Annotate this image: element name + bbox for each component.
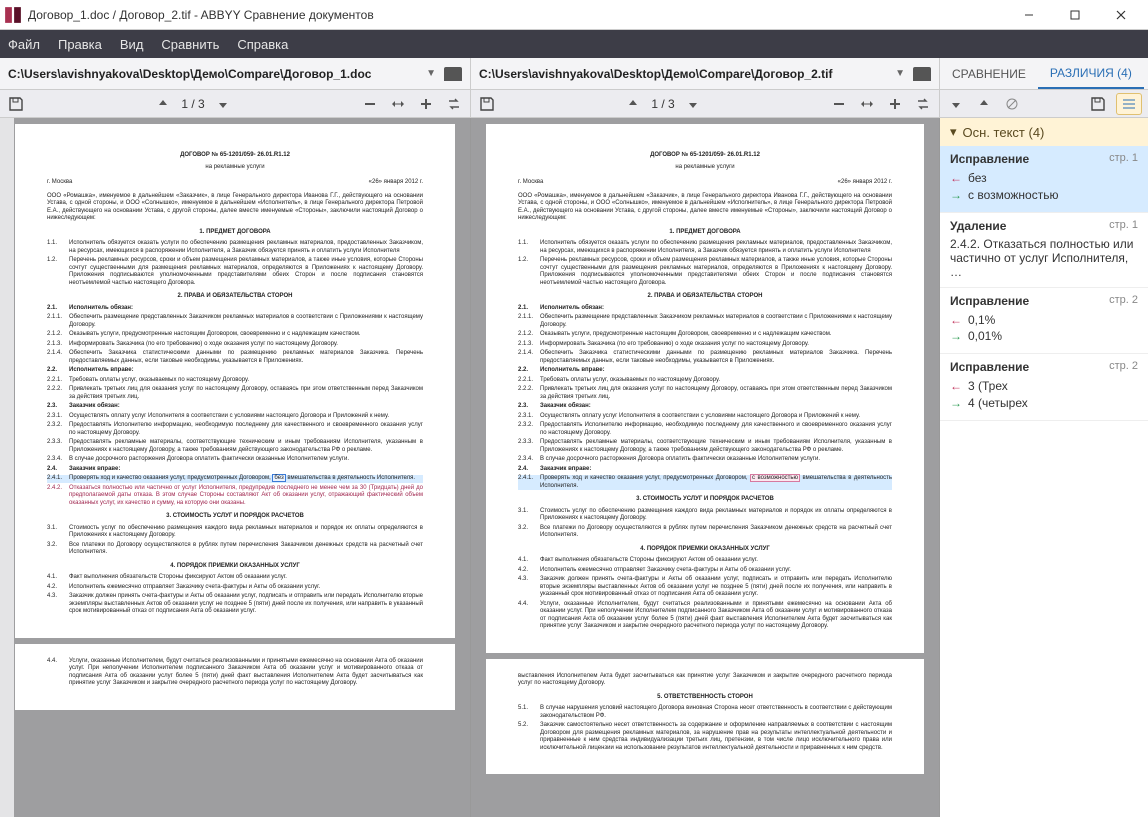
zoom-out-icon[interactable] xyxy=(829,94,849,114)
page-up-icon[interactable] xyxy=(623,94,643,114)
menu-compare[interactable]: Сравнить xyxy=(161,37,219,52)
window-title: Договор_1.doc / Договор_2.tif - ABBYY Ср… xyxy=(28,8,1006,22)
arrow-left-icon: ← xyxy=(950,170,962,187)
diff-group-header[interactable]: ▾ Осн. текст (4) xyxy=(940,118,1148,146)
scroll-ruler[interactable] xyxy=(0,118,14,817)
menu-edit[interactable]: Правка xyxy=(58,37,102,52)
app-icon xyxy=(4,6,22,24)
doc-subheader: на рекламные услуги xyxy=(47,164,423,172)
chevron-down-icon[interactable]: ▼ xyxy=(426,68,436,79)
prev-diff-icon[interactable] xyxy=(946,94,966,114)
arrow-right-icon: → xyxy=(950,328,962,345)
tool-row: 1 / 3 1 / 3 xyxy=(0,90,1148,118)
menu-view[interactable]: Вид xyxy=(120,37,144,52)
menu-help[interactable]: Справка xyxy=(237,37,288,52)
differences-pane: ▾ Осн. текст (4) Исправлениестр. 1 ←без … xyxy=(940,118,1148,817)
save-icon[interactable] xyxy=(6,94,26,114)
diff-item[interactable]: Удалениестр. 1 2.4.2. Отказаться полност… xyxy=(940,213,1148,288)
list-view-toggle[interactable] xyxy=(1116,93,1142,115)
folder-icon[interactable] xyxy=(913,67,931,81)
document-pane-left[interactable]: ДОГОВОР № 65-1201/059- 26.01.R1.12 на ре… xyxy=(0,118,471,817)
folder-icon[interactable] xyxy=(444,67,462,81)
arrow-right-icon: → xyxy=(950,187,962,204)
page-down-icon[interactable] xyxy=(683,94,703,114)
swap-icon[interactable] xyxy=(913,94,933,114)
highlighted-diff-right[interactable]: 2.4.1.Проверять ход и качество оказания … xyxy=(518,475,892,490)
highlighted-diff-left[interactable]: 2.4.1.Проверять ход и качество оказания … xyxy=(47,475,423,483)
page-right-2: выставления Исполнителем Акта будет засч… xyxy=(486,659,924,775)
next-diff-icon[interactable] xyxy=(974,94,994,114)
page-left: ДОГОВОР № 65-1201/059- 26.01.R1.12 на ре… xyxy=(15,124,455,638)
menu-file[interactable]: Файл xyxy=(8,37,40,52)
zoom-in-icon[interactable] xyxy=(885,94,905,114)
arrow-left-icon: ← xyxy=(950,312,962,329)
diff-item[interactable]: Исправлениестр. 1 ←без →с возможностью xyxy=(940,146,1148,213)
chevron-down-icon: ▾ xyxy=(950,124,957,140)
doc-header: ДОГОВОР № 65-1201/059- 26.01.R1.12 xyxy=(47,152,423,160)
path-cell-left: C:\Users\avishnyakova\Desktop\Демо\Compa… xyxy=(0,58,471,89)
save-report-icon[interactable] xyxy=(1088,94,1108,114)
page-indicator-right: 1 / 3 xyxy=(651,97,674,111)
titlebar: Договор_1.doc / Договор_2.tif - ABBYY Ср… xyxy=(0,0,1148,30)
path-cell-right: C:\Users\avishnyakova\Desktop\Демо\Compa… xyxy=(471,58,940,89)
path-left-prefix: C:\Users\avishnyakova\Desktop\Демо\Compa… xyxy=(8,67,283,81)
zoom-in-icon[interactable] xyxy=(416,94,436,114)
page-up-icon[interactable] xyxy=(153,94,173,114)
workspace: ДОГОВОР № 65-1201/059- 26.01.R1.12 на ре… xyxy=(0,118,1148,817)
tab-compare[interactable]: СРАВНЕНИЕ xyxy=(940,58,1038,89)
page-left-2: 4.4.Услуги, оказанные Исполнителем, буду… xyxy=(15,644,455,710)
minimize-button[interactable] xyxy=(1006,0,1052,30)
save-icon[interactable] xyxy=(477,94,497,114)
compare-tabs: СРАВНЕНИЕ РАЗЛИЧИЯ (4) xyxy=(940,58,1148,89)
ignore-diff-icon[interactable] xyxy=(1002,94,1022,114)
menubar: Файл Правка Вид Сравнить Справка xyxy=(0,30,1148,58)
arrow-right-icon: → xyxy=(950,395,962,412)
diff-list: Исправлениестр. 1 ←без →с возможностью У… xyxy=(940,146,1148,817)
maximize-button[interactable] xyxy=(1052,0,1098,30)
tab-differences[interactable]: РАЗЛИЧИЯ (4) xyxy=(1038,58,1144,89)
diff-item[interactable]: Исправлениестр. 2 ←0,1% →0,01% xyxy=(940,288,1148,355)
path-row: C:\Users\avishnyakova\Desktop\Демо\Compa… xyxy=(0,58,1148,90)
document-pane-right[interactable]: ДОГОВОР № 65-1201/059- 26.01.R1.12 на ре… xyxy=(471,118,940,817)
path-right-file: Договор_2.tif xyxy=(754,67,832,81)
swap-icon[interactable] xyxy=(444,94,464,114)
path-right-prefix: C:\Users\avishnyakova\Desktop\Демо\Compa… xyxy=(479,67,754,81)
path-left-file: Договор_1.doc xyxy=(283,67,371,81)
page-indicator-left: 1 / 3 xyxy=(181,97,204,111)
page-right: ДОГОВОР № 65-1201/059- 26.01.R1.12 на ре… xyxy=(486,124,924,653)
close-button[interactable] xyxy=(1098,0,1144,30)
zoom-out-icon[interactable] xyxy=(360,94,380,114)
diff-item[interactable]: Исправлениестр. 2 ←3 (Трех →4 (четырех xyxy=(940,354,1148,421)
arrow-left-icon: ← xyxy=(950,378,962,395)
chevron-down-icon[interactable]: ▼ xyxy=(895,68,905,79)
fit-width-icon[interactable] xyxy=(857,94,877,114)
page-down-icon[interactable] xyxy=(213,94,233,114)
fit-width-icon[interactable] xyxy=(388,94,408,114)
